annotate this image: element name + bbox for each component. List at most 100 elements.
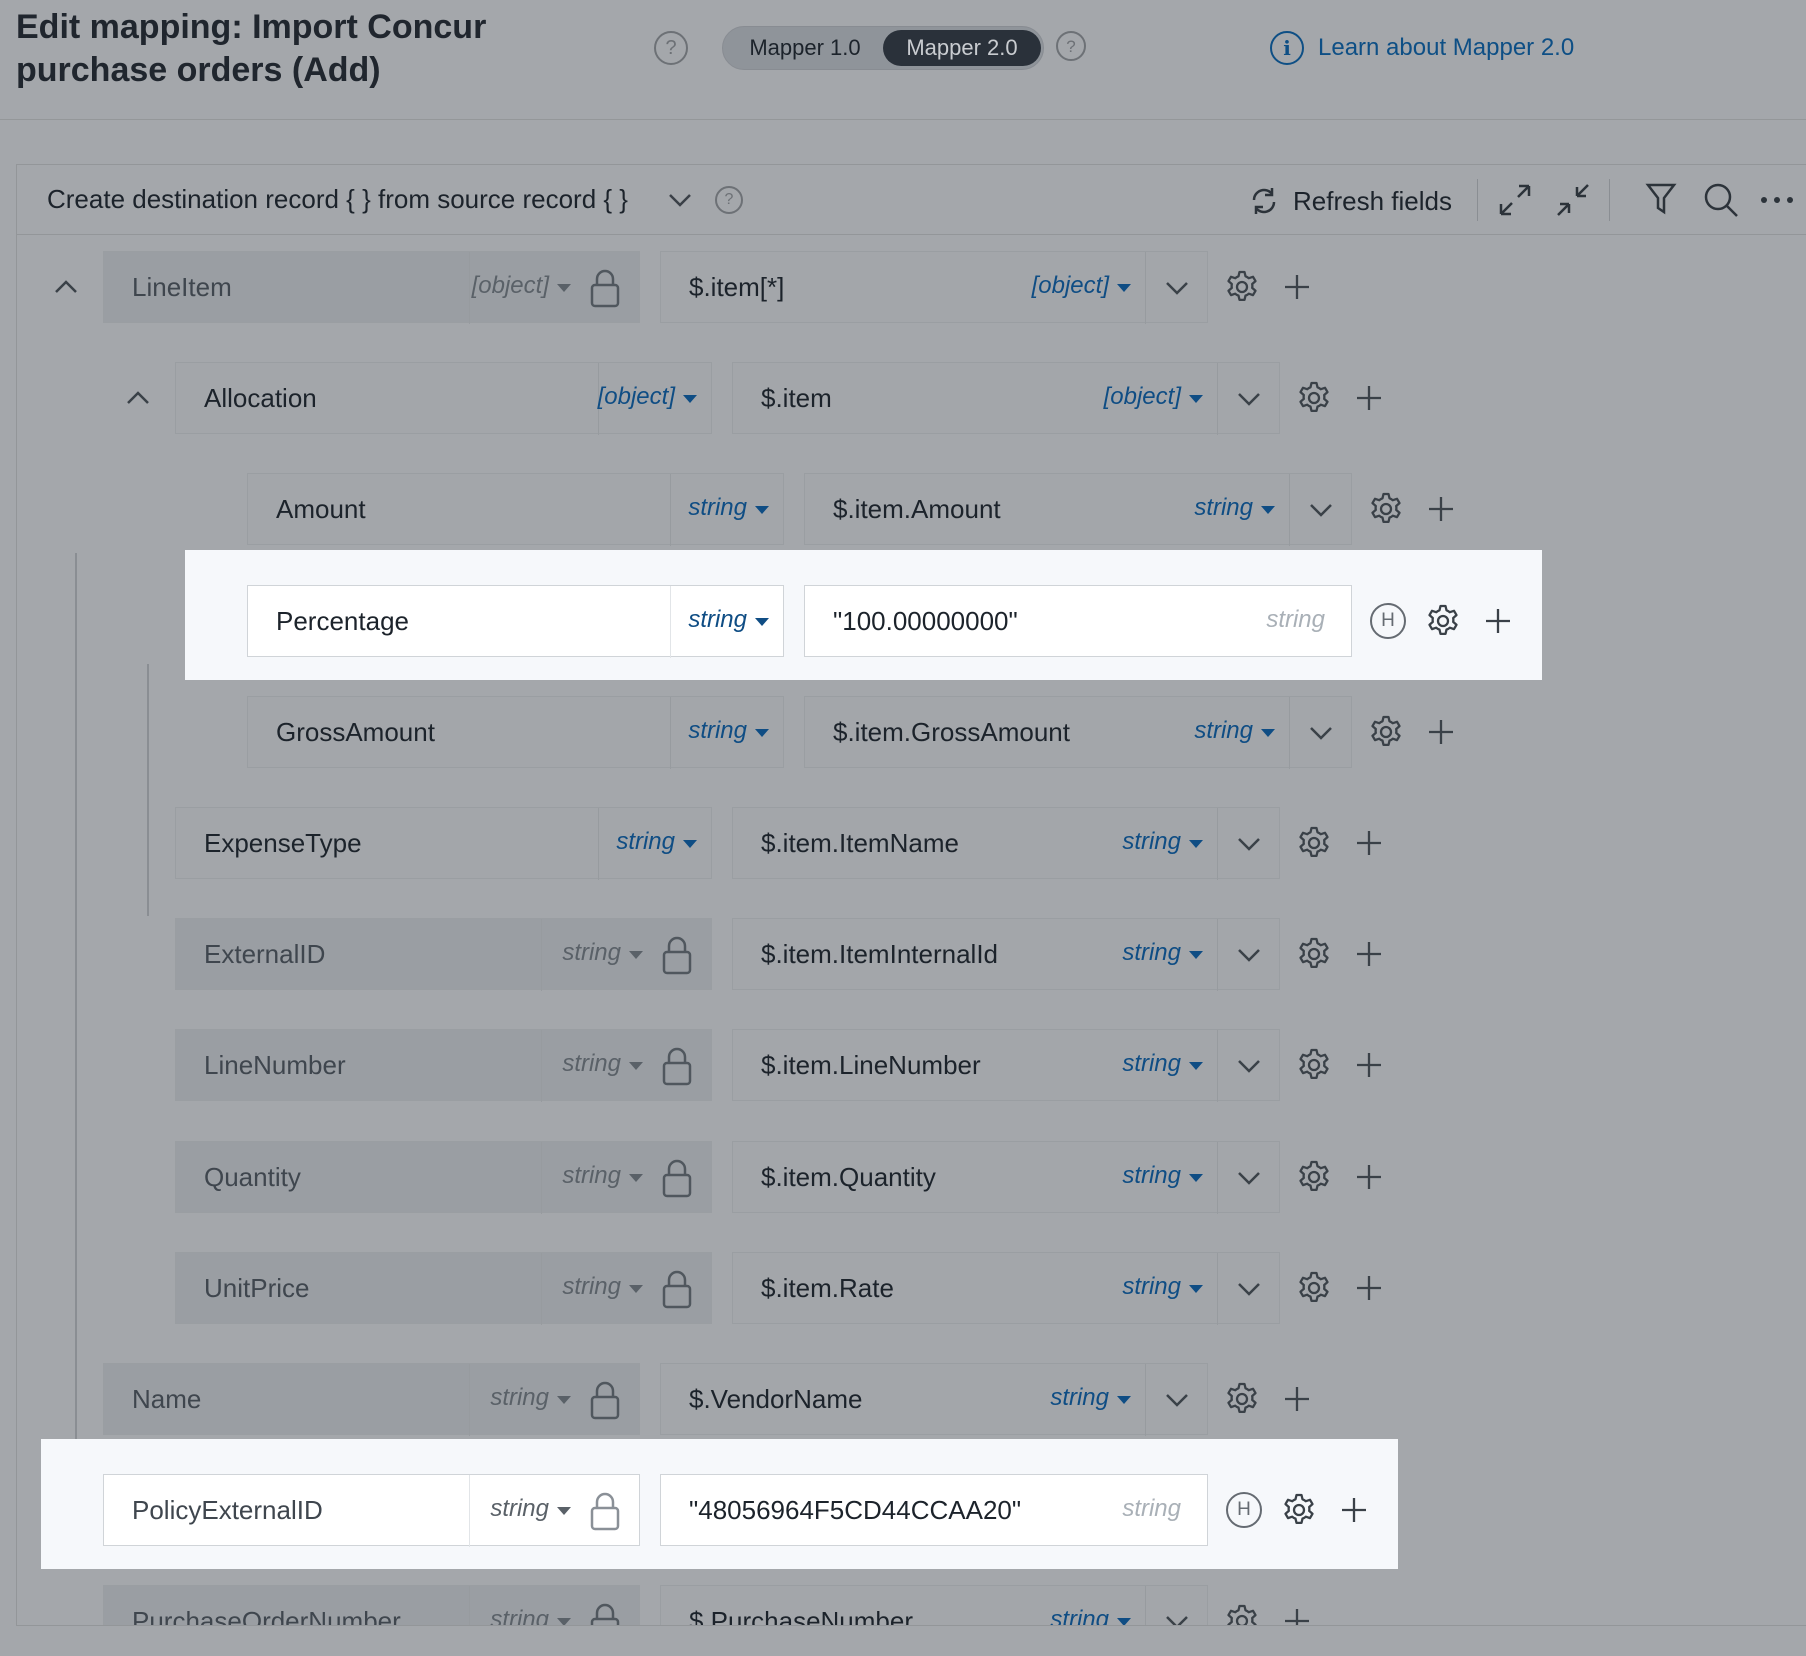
source-field[interactable]: $.item.Amount string xyxy=(804,473,1352,547)
chevron-down-icon[interactable] xyxy=(1236,1279,1262,1299)
filter-icon[interactable] xyxy=(1645,182,1677,216)
destination-field[interactable]: LineNumber string xyxy=(175,1029,712,1103)
refresh-fields-button[interactable]: Refresh fields xyxy=(1249,181,1452,221)
destination-type-dropdown[interactable]: string xyxy=(490,1606,571,1625)
help-icon[interactable]: ? xyxy=(654,31,688,65)
settings-gear-icon[interactable] xyxy=(1296,380,1332,416)
chevron-down-icon[interactable] xyxy=(1164,1612,1190,1626)
chevron-up-icon[interactable] xyxy=(53,277,79,297)
add-field-icon[interactable] xyxy=(1339,1495,1369,1525)
settings-gear-icon[interactable] xyxy=(1368,714,1404,750)
destination-type-dropdown[interactable]: string xyxy=(562,1273,643,1301)
settings-gear-icon[interactable] xyxy=(1296,1047,1332,1083)
destination-field[interactable]: ExpenseType string xyxy=(175,807,712,880)
chevron-down-icon[interactable] xyxy=(1236,1168,1262,1188)
destination-type-dropdown[interactable]: string xyxy=(562,939,643,967)
source-field[interactable]: "48056964F5CD44CCAA20" string xyxy=(660,1474,1208,1547)
source-field[interactable]: $.item.Rate string xyxy=(732,1251,1280,1325)
chevron-up-icon[interactable] xyxy=(125,388,151,408)
source-field[interactable]: $.item [object] xyxy=(732,362,1280,436)
destination-type-dropdown[interactable]: string xyxy=(562,1050,643,1078)
source-type-label[interactable]: string xyxy=(1122,939,1203,967)
add-field-icon[interactable] xyxy=(1354,1162,1384,1192)
destination-type-dropdown[interactable]: string xyxy=(616,828,697,856)
destination-field[interactable]: Allocation [object] xyxy=(175,362,712,436)
source-type-label[interactable]: string xyxy=(1122,1162,1203,1190)
settings-gear-icon[interactable] xyxy=(1425,603,1461,639)
toolbar-help-icon[interactable]: ? xyxy=(715,186,743,214)
chevron-down-icon[interactable] xyxy=(1236,1056,1262,1076)
add-field-icon[interactable] xyxy=(1354,383,1384,413)
settings-gear-icon[interactable] xyxy=(1224,1381,1260,1417)
source-type-label[interactable]: string xyxy=(1122,1273,1203,1301)
add-field-icon[interactable] xyxy=(1354,939,1384,969)
add-field-icon[interactable] xyxy=(1282,1384,1312,1414)
source-type-label[interactable]: string xyxy=(1050,1384,1131,1412)
destination-type-dropdown[interactable]: [object] xyxy=(598,383,697,411)
settings-gear-icon[interactable] xyxy=(1224,1603,1260,1626)
destination-type-dropdown[interactable]: string xyxy=(490,1384,571,1412)
chevron-down-icon[interactable] xyxy=(1164,278,1190,298)
add-field-icon[interactable] xyxy=(1282,272,1312,302)
chevron-down-icon[interactable] xyxy=(1164,1390,1190,1410)
mapper-version-toggle[interactable]: Mapper 1.0 Mapper 2.0 xyxy=(722,26,1044,70)
add-field-icon[interactable] xyxy=(1426,494,1456,524)
destination-field[interactable]: PolicyExternalID string xyxy=(103,1474,640,1548)
settings-gear-icon[interactable] xyxy=(1296,1159,1332,1195)
add-field-icon[interactable] xyxy=(1354,828,1384,858)
settings-gear-icon[interactable] xyxy=(1224,269,1260,305)
source-type-label[interactable]: string xyxy=(1050,1606,1131,1625)
chevron-down-icon[interactable] xyxy=(1236,945,1262,965)
add-field-icon[interactable] xyxy=(1282,1606,1312,1626)
source-type-label[interactable]: [object] xyxy=(1032,272,1131,300)
source-field[interactable]: $.item.GrossAmount string xyxy=(804,695,1352,769)
destination-field[interactable]: Amount string xyxy=(247,473,784,547)
destination-field[interactable]: Quantity string xyxy=(175,1140,712,1214)
chevron-down-icon[interactable] xyxy=(1308,723,1334,743)
more-icon[interactable] xyxy=(1759,195,1795,205)
expand-icon[interactable] xyxy=(1497,182,1533,218)
source-type-label[interactable]: string xyxy=(1194,717,1275,745)
settings-gear-icon[interactable] xyxy=(1296,936,1332,972)
add-field-icon[interactable] xyxy=(1354,1273,1384,1303)
destination-field[interactable]: UnitPrice string xyxy=(175,1251,712,1325)
destination-field[interactable]: Name string xyxy=(103,1363,640,1436)
source-type-label[interactable]: string xyxy=(1122,1050,1203,1078)
learn-mapper-link[interactable]: i Learn about Mapper 2.0 xyxy=(1270,28,1574,68)
add-field-icon[interactable] xyxy=(1426,717,1456,747)
destination-type-dropdown[interactable]: string xyxy=(490,1495,571,1523)
destination-field[interactable]: GrossAmount string xyxy=(247,695,784,769)
source-field[interactable]: $.item.ItemInternalId string xyxy=(732,918,1280,992)
settings-gear-icon[interactable] xyxy=(1281,1492,1317,1528)
mapper-help-icon[interactable]: ? xyxy=(1056,31,1086,61)
destination-type-dropdown[interactable]: [object] xyxy=(472,272,571,300)
source-field[interactable]: $.item.LineNumber string xyxy=(732,1029,1280,1103)
source-field[interactable]: $.PurchaseNumber string xyxy=(660,1585,1208,1626)
collapse-icon[interactable] xyxy=(1555,182,1591,218)
destination-field[interactable]: PurchaseOrderNumber string xyxy=(103,1585,640,1625)
chevron-down-icon[interactable] xyxy=(1308,500,1334,520)
source-field[interactable]: $.item[*] [object] xyxy=(660,251,1208,324)
add-field-icon[interactable] xyxy=(1483,606,1513,636)
source-field[interactable]: $.item.ItemName string xyxy=(732,807,1280,880)
search-icon[interactable] xyxy=(1703,182,1739,218)
add-field-icon[interactable] xyxy=(1354,1050,1384,1080)
destination-type-dropdown[interactable]: string xyxy=(688,717,769,745)
settings-gear-icon[interactable] xyxy=(1368,491,1404,527)
mapper-1-option[interactable]: Mapper 1.0 xyxy=(727,30,883,66)
source-type-label[interactable]: [object] xyxy=(1104,383,1203,411)
settings-gear-icon[interactable] xyxy=(1296,1270,1332,1306)
chevron-down-icon[interactable] xyxy=(1236,834,1262,854)
destination-field[interactable]: LineItem [object] xyxy=(103,251,640,324)
source-field[interactable]: "100.00000000" string xyxy=(804,584,1352,657)
destination-field[interactable]: Percentage string xyxy=(247,584,784,658)
destination-type-dropdown[interactable]: string xyxy=(688,606,769,634)
source-field[interactable]: $.item.Quantity string xyxy=(732,1140,1280,1214)
settings-gear-icon[interactable] xyxy=(1296,825,1332,861)
destination-field[interactable]: ExternalID string xyxy=(175,918,712,992)
chevron-down-icon[interactable] xyxy=(667,189,693,211)
source-type-label[interactable]: string xyxy=(1122,828,1203,856)
source-field[interactable]: $.VendorName string xyxy=(660,1363,1208,1436)
destination-type-dropdown[interactable]: string xyxy=(562,1162,643,1190)
chevron-down-icon[interactable] xyxy=(1236,389,1262,409)
